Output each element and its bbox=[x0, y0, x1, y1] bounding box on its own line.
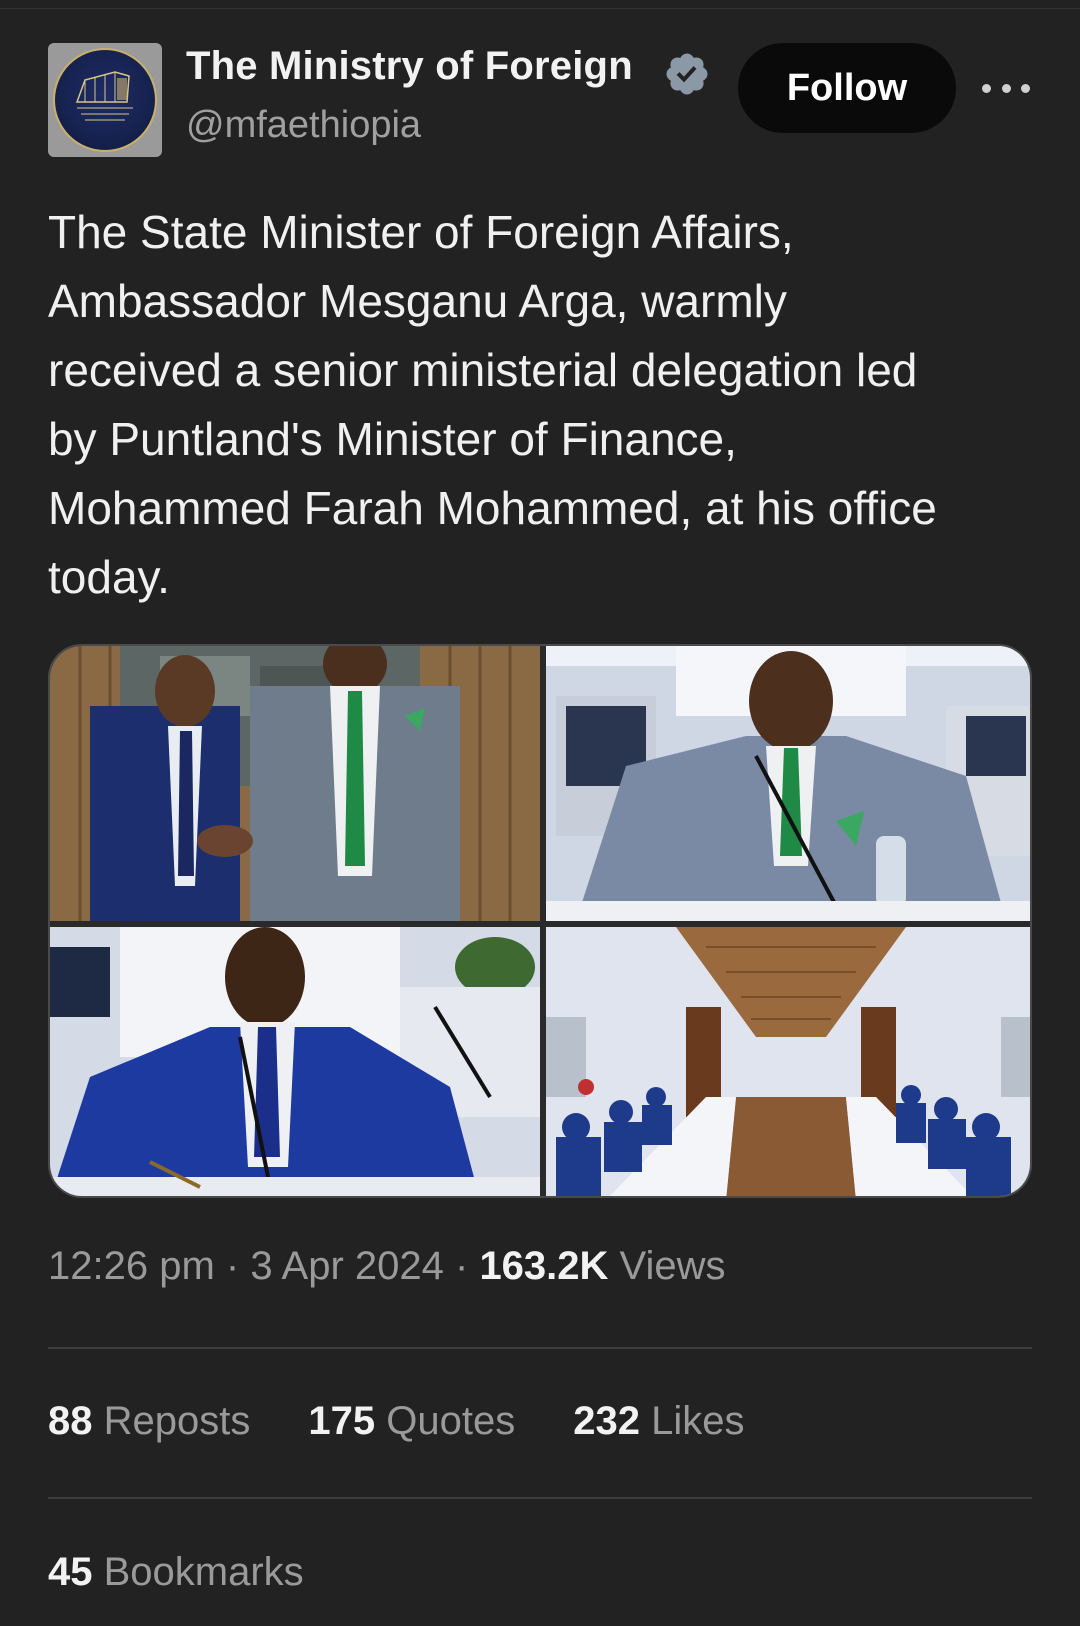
views-label: Views bbox=[619, 1244, 726, 1288]
ministry-logo-icon bbox=[53, 48, 157, 152]
bookmarks-stat[interactable]: 45 Bookmarks bbox=[48, 1550, 304, 1595]
author-handle[interactable]: @mfaethiopia bbox=[186, 104, 421, 147]
meeting-room-photo[interactable] bbox=[546, 927, 1030, 1196]
more-horizontal-icon[interactable] bbox=[982, 70, 1030, 106]
bookmarks-label: Bookmarks bbox=[103, 1550, 304, 1594]
bookmarks-count: 45 bbox=[48, 1550, 93, 1594]
follow-button[interactable]: Follow bbox=[738, 43, 956, 133]
quotes-stat[interactable]: 175 Quotes bbox=[308, 1399, 515, 1444]
top-border bbox=[0, 8, 1080, 9]
finance-minister-signing-photo[interactable] bbox=[50, 927, 540, 1196]
tweet-date[interactable]: 3 Apr 2024 bbox=[250, 1244, 444, 1288]
tweet-page: The Ministry of Foreign @mfaethiopia Fol… bbox=[0, 0, 1080, 1626]
reposts-stat[interactable]: 88 Reposts bbox=[48, 1399, 250, 1444]
verified-badge-icon[interactable] bbox=[663, 50, 711, 98]
divider bbox=[48, 1347, 1032, 1349]
meta-separator: · bbox=[225, 1244, 240, 1288]
avatar[interactable] bbox=[48, 43, 162, 157]
handshake-photo[interactable] bbox=[50, 646, 540, 921]
tweet-text: The State Minister of Foreign Affairs, A… bbox=[48, 206, 937, 603]
quotes-label: Quotes bbox=[386, 1399, 516, 1443]
minister-seated-photo[interactable] bbox=[546, 646, 1030, 921]
likes-count: 232 bbox=[573, 1399, 640, 1443]
tweet-meta: 12:26 pm · 3 Apr 2024 · 163.2K Views bbox=[48, 1244, 726, 1289]
tweet-time[interactable]: 12:26 pm bbox=[48, 1244, 215, 1288]
divider bbox=[48, 1497, 1032, 1499]
reposts-count: 88 bbox=[48, 1399, 93, 1443]
media-grid bbox=[48, 644, 1032, 1198]
author-display-name[interactable]: The Ministry of Foreign bbox=[186, 44, 633, 89]
likes-stat[interactable]: 232 Likes bbox=[573, 1399, 744, 1444]
views-count: 163.2K bbox=[479, 1244, 609, 1288]
engagement-stats: 88 Reposts 175 Quotes 232 Likes bbox=[48, 1399, 744, 1444]
meta-separator-2: · bbox=[454, 1244, 469, 1288]
reposts-label: Reposts bbox=[103, 1399, 251, 1443]
quotes-count: 175 bbox=[308, 1399, 376, 1443]
likes-label: Likes bbox=[651, 1399, 745, 1443]
